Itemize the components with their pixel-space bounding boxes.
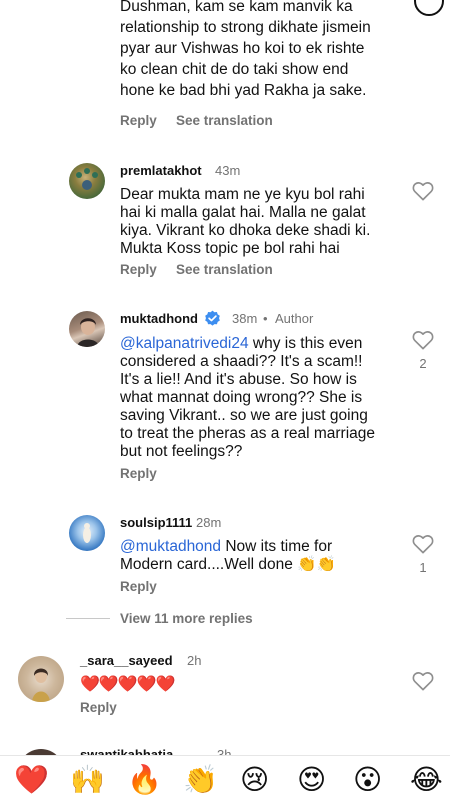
emoji-clap-button[interactable]: 👏 (183, 764, 218, 796)
avatar[interactable] (69, 163, 105, 199)
comment-line: It's a lie!! And it's abuse. So how is (120, 371, 357, 388)
comment-username[interactable]: premlatakhot (120, 163, 202, 178)
comment-line: what mannat doing wrong?? She is (120, 389, 363, 406)
comment-line: to treat the pheras as a real marriage (120, 425, 376, 442)
comment-line: hone ke bad bhi yad Rakha ja sake. (120, 82, 367, 99)
comment-text: Dushman, kam se kam manvik ka relationsh… (120, 0, 420, 100)
profile-photo (32, 668, 50, 702)
comment-line: Mukta Koss topic pe bol rahi hai (120, 240, 340, 257)
like-heart-icon[interactable] (412, 181, 434, 201)
comment-text: @kalpanatrivedi24 why is this even consi… (120, 335, 420, 461)
reply-button[interactable]: Reply (120, 579, 157, 594)
comment-line: Dear mukta mam ne ye kyu bol rahi (120, 186, 365, 203)
comment-line: @kalpanatrivedi24 why is this even (120, 335, 420, 353)
emoji-raising-hands-button[interactable]: 🙌 (70, 764, 105, 796)
comment-line: saving Vikrant.. so we are just going (120, 407, 368, 424)
replies-divider-line (66, 618, 110, 619)
comment-line: hai ki malla galat hai. Malla ne galat (120, 204, 366, 221)
author-label: Author (275, 311, 314, 326)
view-more-replies-button[interactable]: View 11 more replies (120, 611, 253, 626)
comment-line: Dushman, kam se kam manvik ka (120, 0, 353, 15)
emoji-crying-face-button[interactable]: 😢 (240, 764, 269, 796)
comment-timestamp: 2h (187, 653, 202, 668)
comment-line: ko clean chit de do taki show end (120, 61, 349, 78)
see-translation-button[interactable]: See translation (176, 113, 273, 128)
emoji-heart-eyes-button[interactable]: 😍 (297, 764, 326, 796)
like-heart-icon[interactable] (412, 330, 434, 350)
comment-text: Dear mukta mam ne ye kyu bol rahi hai ki… (120, 186, 420, 258)
reply-button[interactable]: Reply (120, 466, 157, 481)
comment-line: considered a shaadi?? It's a scam!! (120, 353, 363, 370)
like-heart-icon[interactable] (412, 534, 434, 554)
comment-username[interactable]: muktadhond (120, 311, 198, 326)
comment-line: but not feelings?? (120, 443, 243, 460)
see-translation-button[interactable]: See translation (176, 262, 273, 277)
emoji-tears-of-joy-button[interactable]: 😂 (410, 764, 443, 796)
like-count: 1 (419, 560, 427, 575)
comment-line: @muktadhond Now its time for (120, 538, 410, 556)
emoji-open-mouth-button[interactable]: 😮 (353, 764, 382, 796)
emoji-fire-button[interactable]: 🔥 (127, 764, 162, 796)
reply-button[interactable]: Reply (120, 262, 157, 277)
like-count: 2 (419, 356, 427, 371)
profile-photo (83, 523, 91, 543)
comment-line: Modern card....Well done 👏👏 (120, 556, 336, 573)
comment-text: @muktadhond Now its time for Modern card… (120, 538, 410, 574)
comment-timestamp: 28m (196, 515, 222, 530)
comment-line-rest: Now its time for (221, 538, 333, 555)
reply-button[interactable]: Reply (80, 700, 117, 715)
mention-link[interactable]: @kalpanatrivedi24 (120, 335, 249, 352)
comment-text: ❤️❤️❤️❤️❤️ (80, 676, 176, 693)
emoji-reaction-bar: ❤️ 🙌 🔥 👏 😢 😍 😮 😂 (0, 755, 450, 805)
author-separator: • (263, 311, 268, 326)
like-heart-icon[interactable] (412, 671, 434, 691)
peacock-image (76, 168, 98, 190)
comment-line: pyar aur Vishwas ho koi to ek rishte (120, 40, 365, 57)
comment-line-rest: why is this even (248, 335, 363, 352)
comment-line: kiya. Vikrant ko dhoka deke shadi ki. (120, 222, 371, 239)
comment-username[interactable]: _sara__sayeed (80, 653, 173, 668)
profile-photo (77, 318, 99, 347)
emoji-heart-button[interactable]: ❤️ (14, 764, 49, 796)
reply-button[interactable]: Reply (120, 113, 157, 128)
avatar[interactable] (18, 656, 64, 702)
comment-timestamp: 38m (232, 311, 258, 326)
avatar[interactable] (69, 515, 105, 551)
comment-line: relationship to strong dikhate jismein (120, 19, 371, 36)
avatar[interactable] (69, 311, 105, 347)
mention-link[interactable]: @muktadhond (120, 538, 221, 555)
comment-username[interactable]: soulsip1111 (120, 515, 192, 530)
verified-badge-icon (205, 310, 220, 326)
comment-timestamp: 43m (215, 163, 241, 178)
